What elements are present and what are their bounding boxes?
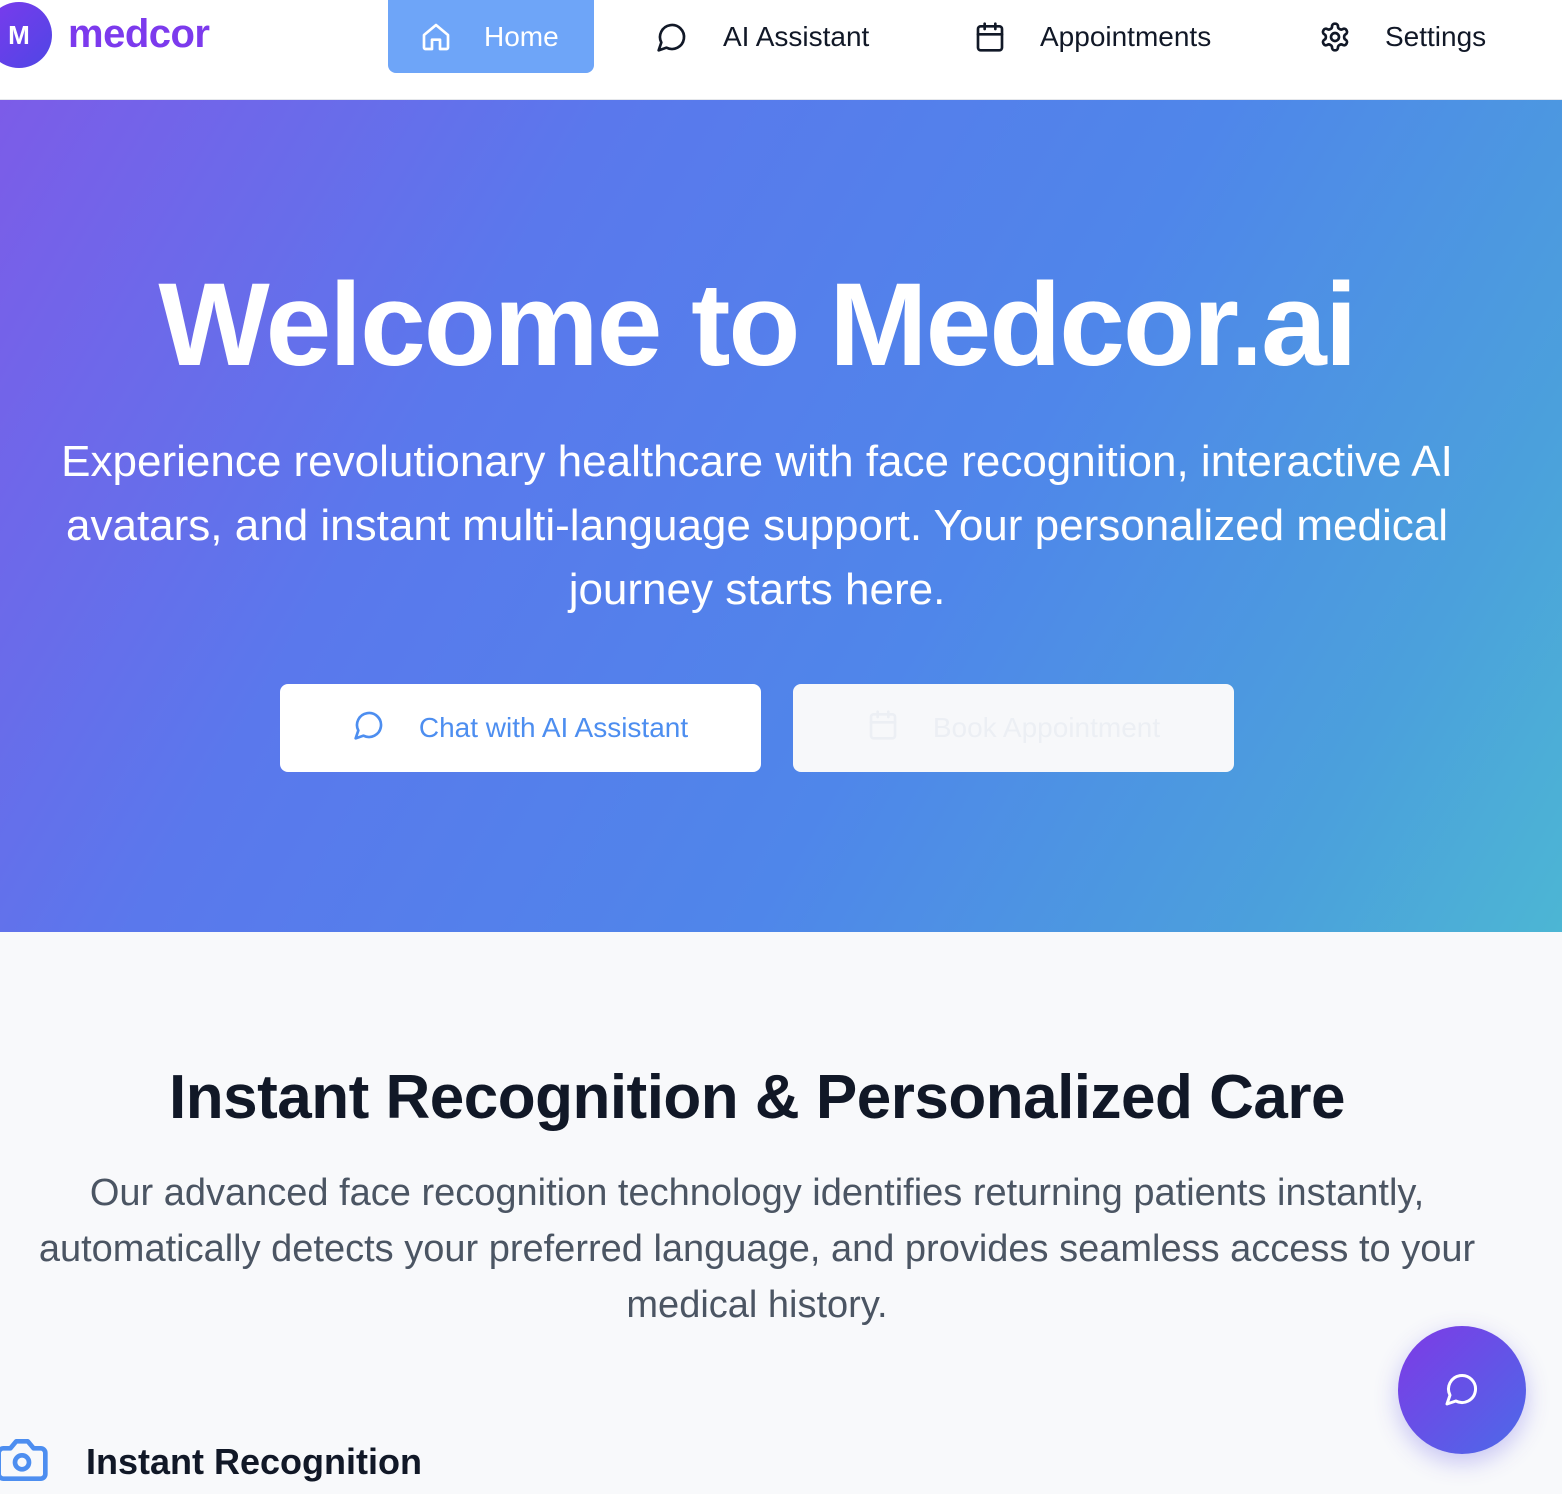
nav-item-appointments[interactable]: Appointments (974, 0, 1211, 73)
chat-with-ai-button[interactable]: Chat with AI Assistant (280, 684, 761, 772)
camera-icon (0, 1432, 50, 1493)
logo-badge[interactable]: M (0, 2, 52, 68)
calendar-icon (867, 709, 899, 748)
nav-label-home: Home (484, 20, 559, 52)
top-navbar: M medcor Home AI Assistant Appointments … (0, 0, 1562, 100)
book-appointment-button[interactable]: Book Appointment (793, 684, 1234, 772)
feature-title: Instant Recognition (86, 1441, 422, 1482)
book-appointment-label: Book Appointment (932, 712, 1161, 743)
hero-section: Welcome to Medcor.ai Experience revoluti… (0, 100, 1562, 932)
chat-bubble-icon (353, 709, 385, 748)
calendar-icon (974, 21, 1006, 53)
hero-subtitle: Experience revolutionary healthcare with… (61, 437, 1453, 614)
nav-item-ai-assistant[interactable]: AI Assistant (656, 0, 869, 73)
floating-chat-button[interactable] (1398, 1326, 1526, 1454)
home-icon (420, 21, 452, 53)
nav-label-appointments: Appointments (1040, 20, 1212, 52)
features-description: Our advanced face recognition technology… (38, 1172, 1476, 1326)
hero-title: Welcome to Medcor.ai (158, 259, 1357, 391)
gear-icon (1319, 21, 1351, 53)
feature-item-instant-recognition: Instant Recognition (0, 1432, 422, 1492)
nav-label-ai-assistant: AI Assistant (723, 20, 870, 52)
chat-bubble-icon (656, 21, 688, 53)
nav-label-settings: Settings (1385, 20, 1487, 52)
nav-item-settings[interactable]: Settings (1319, 0, 1486, 73)
page: M medcor Home AI Assistant Appointments … (0, 0, 1562, 1494)
logo-wordmark[interactable]: medcor (68, 12, 210, 57)
chat-with-ai-label: Chat with AI Assistant (418, 712, 689, 743)
chat-bubble-icon (1444, 1371, 1480, 1410)
features-title: Instant Recognition & Personalized Care (169, 1063, 1345, 1132)
nav-item-home[interactable]: Home (388, 0, 594, 73)
